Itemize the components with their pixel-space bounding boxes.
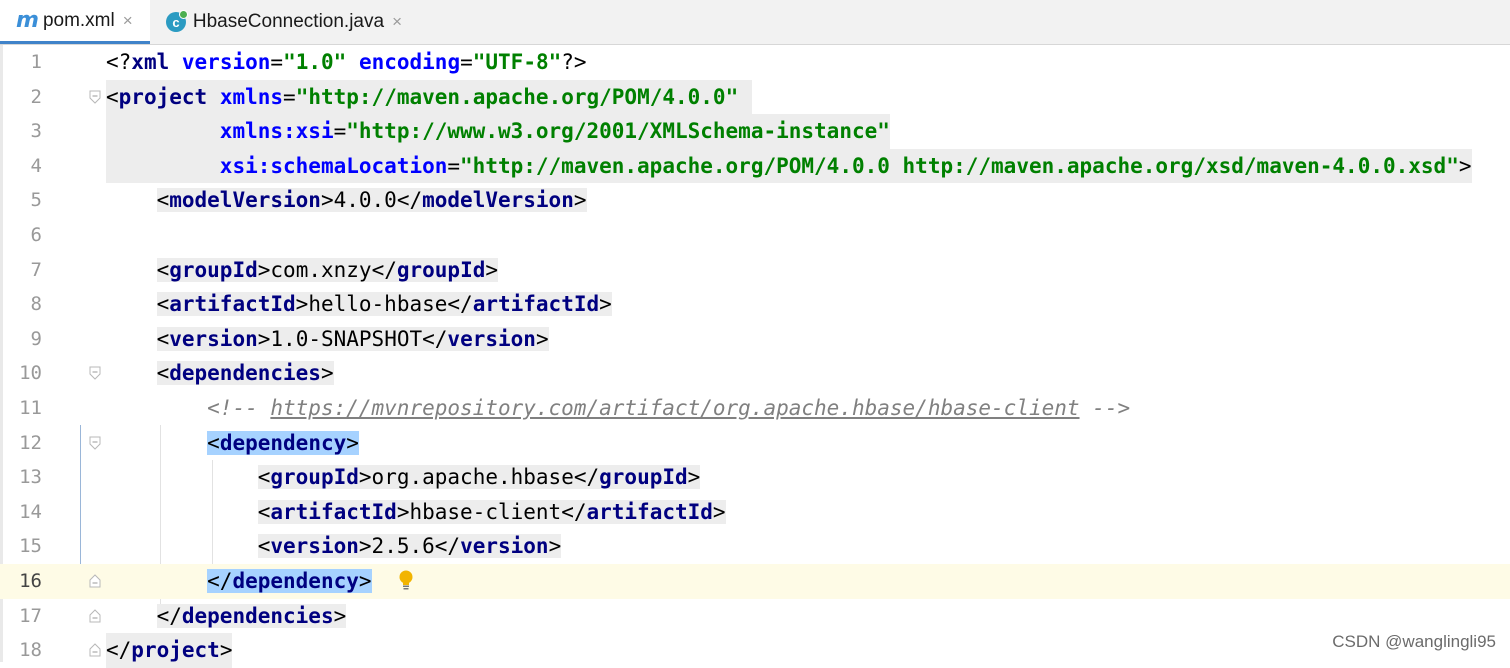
fold-icon[interactable] <box>89 436 101 450</box>
java-class-icon: c <box>166 10 188 32</box>
close-icon[interactable]: × <box>123 11 133 31</box>
maven-icon: m <box>16 8 39 33</box>
code-text: <version>1.0-SNAPSHOT</version> <box>156 326 549 351</box>
code-text: </project> <box>106 633 233 668</box>
tab-label: HbaseConnection.java <box>192 11 385 32</box>
code-text: <project xmlns="http://maven.apache.org/… <box>106 79 753 115</box>
fold-end-icon[interactable] <box>89 574 101 588</box>
line-number: 11 <box>19 397 42 419</box>
code-editor[interactable]: 1 <?xml version="1.0" encoding="UTF-8"?>… <box>0 45 1510 668</box>
line-number: 3 <box>30 120 42 143</box>
line-number: 4 <box>30 154 42 177</box>
line-number: 14 <box>19 500 42 523</box>
code-line[interactable]: 5 <modelVersion>4.0.0</modelVersion> <box>0 183 1510 218</box>
code-text: </dependency> <box>106 564 372 599</box>
fold-icon[interactable] <box>89 90 101 104</box>
line-number: 15 <box>19 535 42 558</box>
line-number: 10 <box>19 362 42 385</box>
code-line[interactable]: 17 </dependencies> <box>0 599 1510 634</box>
code-line[interactable]: 4 xsi:schemaLocation="http://maven.apach… <box>0 148 1510 184</box>
matched-tag: <dependency> <box>207 430 359 455</box>
fold-end-icon[interactable] <box>89 608 101 623</box>
code-line-current[interactable]: 16 </dependency> <box>0 564 1510 599</box>
code-text: <artifactId>hbase-client</artifactId> <box>257 499 726 524</box>
line-number: 2 <box>30 85 42 108</box>
line-number: 18 <box>19 639 42 662</box>
code-text: xmlns:xsi="http://www.w3.org/2001/XMLSch… <box>106 114 890 149</box>
code-line[interactable]: 1 <?xml version="1.0" encoding="UTF-8"?> <box>0 45 1510 80</box>
code-text: <modelVersion>4.0.0</modelVersion> <box>156 188 587 213</box>
code-line[interactable]: 18 </project> <box>0 633 1510 668</box>
code-line[interactable]: 14 <artifactId>hbase-client</artifactId> <box>0 495 1510 530</box>
code-text: <artifactId>hello-hbase</artifactId> <box>156 292 612 317</box>
code-text: <dependency> <box>106 426 359 461</box>
fold-end-icon[interactable] <box>89 643 101 657</box>
code-text: xsi:schemaLocation="http://maven.apache.… <box>106 148 1472 184</box>
tab-pom-xml[interactable]: m pom.xml × <box>0 0 150 44</box>
code-line[interactable]: 3 xmlns:xsi="http://www.w3.org/2001/XMLS… <box>0 114 1510 149</box>
line-number: 5 <box>30 189 42 212</box>
line-number: 1 <box>30 51 42 73</box>
code-text: <dependencies> <box>156 361 334 386</box>
code-text: <!-- https://mvnrepository.com/artifact/… <box>207 396 1131 420</box>
code-line[interactable]: 2 <project xmlns="http://maven.apache.or… <box>0 79 1510 115</box>
code-line[interactable]: 6 <box>0 218 1510 253</box>
fold-icon[interactable] <box>89 366 101 381</box>
line-number: 17 <box>19 604 42 627</box>
code-line[interactable]: 12 <dependency> <box>0 426 1510 461</box>
code-line[interactable]: 15 <version>2.5.6</version> <box>0 529 1510 564</box>
code-line[interactable]: 13 <groupId>org.apache.hbase</groupId> <box>0 460 1510 495</box>
code-text: <version>2.5.6</version> <box>257 534 562 559</box>
line-number: 7 <box>30 258 42 281</box>
close-icon[interactable]: × <box>392 12 402 32</box>
lightbulb-icon[interactable] <box>398 570 414 592</box>
code-text: <?xml version="1.0" encoding="UTF-8"?> <box>106 50 587 74</box>
code-line[interactable]: 8 <artifactId>hello-hbase</artifactId> <box>0 287 1510 322</box>
code-line[interactable]: 9 <version>1.0-SNAPSHOT</version> <box>0 322 1510 357</box>
editor-tab-bar: m pom.xml × c HbaseConnection.java × <box>0 0 1510 45</box>
line-number: 9 <box>30 327 42 350</box>
matched-tag: </dependency> <box>207 569 372 593</box>
code-line[interactable]: 7 <groupId>com.xnzy</groupId> <box>0 253 1510 288</box>
comment-link[interactable]: https://mvnrepository.com/artifact/org.a… <box>270 396 1079 420</box>
code-text: <groupId>com.xnzy</groupId> <box>156 257 499 282</box>
watermark: CSDN @wanglingli95 <box>1332 632 1496 651</box>
code-line[interactable]: 10 <dependencies> <box>0 356 1510 391</box>
line-number: 12 <box>19 431 42 454</box>
code-line[interactable]: 11 <!-- https://mvnrepository.com/artifa… <box>0 391 1510 426</box>
tab-label: pom.xml <box>42 9 115 31</box>
line-number: 16 <box>19 570 42 592</box>
line-number: 8 <box>30 293 42 316</box>
line-number: 13 <box>19 466 42 489</box>
code-text: </dependencies> <box>156 603 347 628</box>
code-text: <groupId>org.apache.hbase</groupId> <box>257 465 701 490</box>
line-number: 6 <box>30 224 42 246</box>
tab-hbaseconnection-java[interactable]: c HbaseConnection.java × <box>150 0 412 44</box>
